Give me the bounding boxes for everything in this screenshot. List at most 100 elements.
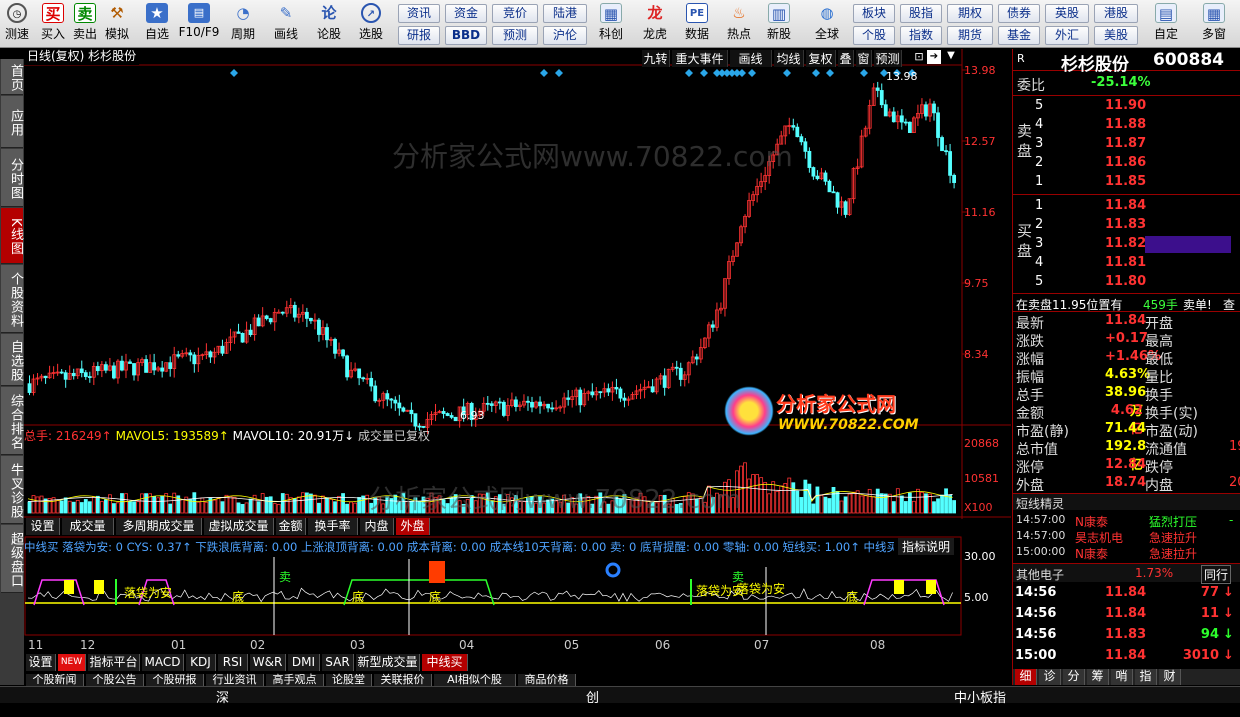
customize-button[interactable]: ▤ 自定 bbox=[1146, 2, 1186, 46]
star-market-button[interactable]: ▦ 科创 bbox=[594, 2, 628, 46]
indicator-help-button[interactable]: 指标说明 bbox=[898, 538, 955, 555]
shanghai-london-grid-button[interactable]: 沪伦 bbox=[543, 26, 587, 45]
discuss-button[interactable]: 论论股 bbox=[312, 2, 346, 46]
volume-tab[interactable]: 多周期成交量 bbox=[116, 518, 202, 535]
index-futures-grid-button[interactable]: 股指 bbox=[900, 4, 942, 23]
global-button[interactable]: ◍ 全球 bbox=[806, 2, 848, 46]
volume-tab[interactable]: 金额 bbox=[276, 518, 306, 535]
indicator-tab[interactable]: 中线买 bbox=[422, 654, 468, 671]
candle-body bbox=[220, 345, 225, 354]
tab-ranking[interactable]: 综合排名 bbox=[1, 387, 23, 455]
tick-time: 14:56 bbox=[1015, 627, 1057, 642]
research-grid-button[interactable]: 研报 bbox=[398, 26, 440, 45]
f10-button[interactable]: ▤ F10/F9 bbox=[178, 2, 220, 46]
hotspot-button[interactable]: ♨ 热点 bbox=[722, 2, 756, 46]
draw-line-button[interactable]: ✎ 画线 bbox=[268, 2, 304, 46]
info-grid-button[interactable]: 资讯 bbox=[398, 4, 440, 23]
quote-bottom-tabs: 细诊分筹哨指财 bbox=[1013, 669, 1240, 685]
candle-body bbox=[952, 174, 956, 183]
volume-tab[interactable]: 设置 bbox=[26, 518, 60, 535]
volume-tab[interactable]: 虚拟成交量 bbox=[204, 518, 274, 535]
sell-button[interactable]: 卖卖出 bbox=[70, 2, 100, 46]
single-stock-grid-button[interactable]: 个股 bbox=[853, 26, 895, 45]
bonds-grid-button[interactable]: 债券 bbox=[998, 4, 1040, 23]
chart-top-tab[interactable]: 均线 bbox=[774, 50, 804, 67]
sector-grid-button[interactable]: 板块 bbox=[853, 4, 895, 23]
chevron-down-icon[interactable]: ▼ bbox=[944, 50, 958, 64]
peer-button[interactable]: 同行 bbox=[1201, 565, 1232, 584]
tab-diagnosis[interactable]: 牛叉诊股 bbox=[1, 456, 23, 524]
hk-connect-grid-button[interactable]: 陆港 bbox=[543, 4, 587, 23]
quote-tab[interactable]: 指 bbox=[1135, 669, 1157, 685]
status-chinext[interactable]: 创 bbox=[586, 687, 599, 706]
chart-top-tab[interactable]: 预测 bbox=[874, 50, 902, 67]
candle-body bbox=[280, 311, 285, 314]
volume-tab[interactable]: 内盘 bbox=[360, 518, 394, 535]
lock-icon[interactable]: ⊡ bbox=[912, 50, 926, 64]
watchlist-button[interactable]: ★ 自选 bbox=[140, 2, 174, 46]
chart-top-tab[interactable]: 叠 bbox=[838, 50, 854, 67]
dragon-icon: 龙 bbox=[647, 4, 663, 22]
indicator-tab[interactable]: KDJ bbox=[186, 654, 216, 671]
candle-body bbox=[924, 104, 928, 117]
sell-price: 11.87 bbox=[1105, 136, 1147, 151]
indicator-tab[interactable]: W&R bbox=[250, 654, 286, 671]
quote-tab[interactable]: 分 bbox=[1063, 669, 1085, 685]
quote-tab[interactable]: 细 bbox=[1015, 669, 1037, 685]
candle-body bbox=[811, 167, 816, 177]
funds-grid-button[interactable]: 基金 bbox=[998, 26, 1040, 45]
chart-top-tab[interactable]: 九转 bbox=[642, 50, 670, 67]
volume-tab[interactable]: 外盘 bbox=[396, 518, 430, 535]
buy-price: 11.84 bbox=[1105, 198, 1147, 213]
data-button[interactable]: PE 数据 bbox=[680, 2, 714, 46]
dragon-tiger-button[interactable]: 龙龙虎 bbox=[638, 2, 672, 46]
multi-window-button[interactable]: ▦ 多窗 bbox=[1192, 2, 1236, 46]
period-button[interactable]: ◔ 周期 bbox=[224, 2, 262, 46]
indicator-tab[interactable]: 新型成交量 bbox=[356, 654, 420, 671]
chart-top-tab[interactable]: 重大事件 bbox=[672, 50, 728, 67]
bbd-grid-button[interactable]: BBD bbox=[445, 26, 487, 45]
quote-tab[interactable]: 哨 bbox=[1111, 669, 1133, 685]
stat-label-right: 换手 bbox=[1145, 388, 1173, 404]
tab-stock-profile[interactable]: 个股资料 bbox=[1, 265, 23, 333]
volume-tab[interactable]: 换手率 bbox=[308, 518, 358, 535]
tab-kline[interactable]: K线图 bbox=[1, 208, 23, 264]
volume-tab[interactable]: 成交量 bbox=[62, 518, 114, 535]
status-sme-index[interactable]: 中小板指 bbox=[954, 687, 1006, 706]
tab-watchlist[interactable]: 自选股 bbox=[1, 334, 23, 386]
tab-super-orderbook[interactable]: 超级盘口 bbox=[1, 525, 23, 593]
indicator-tab[interactable]: 设置 bbox=[26, 654, 56, 671]
fund-flow-grid-button[interactable]: 资金 bbox=[445, 4, 487, 23]
forecast-grid-button[interactable]: 预测 bbox=[492, 26, 538, 45]
stock-picker-button[interactable]: ↗ 选股 bbox=[352, 2, 390, 46]
buy-button[interactable]: 买买入 bbox=[38, 2, 68, 46]
order-ratio-label: 委比 bbox=[1017, 78, 1045, 94]
new-stock-button[interactable]: ▥ 新股 bbox=[762, 2, 796, 46]
indicator-tab[interactable]: SAR bbox=[322, 654, 354, 671]
tab-timeshare[interactable]: 分时图 bbox=[1, 149, 23, 207]
quote-tab[interactable]: 筹 bbox=[1087, 669, 1109, 685]
indicator-tab[interactable]: 指标平台 bbox=[88, 654, 140, 671]
speed-test-button[interactable]: ◷ 测速 bbox=[2, 2, 32, 46]
quote-tab[interactable]: 诊 bbox=[1039, 669, 1061, 685]
indicator-tab[interactable]: MACD bbox=[142, 654, 184, 671]
hk-stocks-grid-button[interactable]: 港股 bbox=[1094, 4, 1138, 23]
arrow-right-icon[interactable]: ➔ bbox=[927, 50, 941, 64]
us-stocks-grid-button[interactable]: 美股 bbox=[1094, 26, 1138, 45]
indicator-tab[interactable]: DMI bbox=[288, 654, 320, 671]
forex-grid-button[interactable]: 外汇 bbox=[1045, 26, 1089, 45]
chart-top-tab[interactable]: 画线 bbox=[730, 50, 772, 67]
tab-home[interactable]: 首页 bbox=[1, 59, 23, 95]
uk-stocks-grid-button[interactable]: 英股 bbox=[1045, 4, 1089, 23]
index-grid-button[interactable]: 指数 bbox=[900, 26, 942, 45]
status-shenzhen[interactable]: 深 bbox=[216, 687, 229, 706]
chart-top-tab[interactable]: 复权 bbox=[806, 50, 836, 67]
options-grid-button[interactable]: 期权 bbox=[947, 4, 993, 23]
quote-tab[interactable]: 财 bbox=[1159, 669, 1181, 685]
simulate-button[interactable]: ⚒ 模拟 bbox=[102, 2, 132, 46]
futures-grid-button[interactable]: 期货 bbox=[947, 26, 993, 45]
tab-apps[interactable]: 应用 bbox=[1, 96, 23, 148]
chart-top-tab[interactable]: 窗 bbox=[856, 50, 872, 67]
auction-grid-button[interactable]: 竞价 bbox=[492, 4, 538, 23]
indicator-tab[interactable]: RSI bbox=[218, 654, 248, 671]
